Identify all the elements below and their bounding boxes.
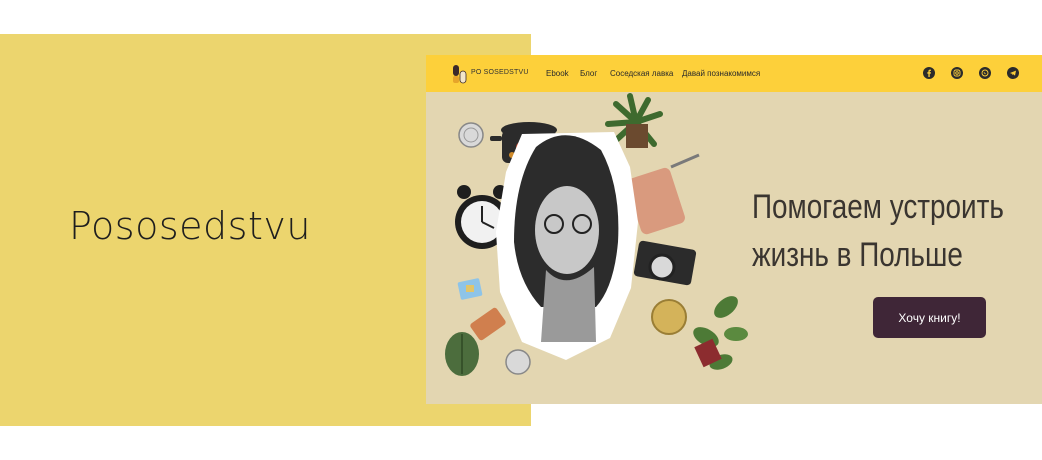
whatsapp-icon[interactable] — [979, 67, 991, 79]
sim-card-image — [457, 278, 483, 300]
nav-blog[interactable]: Блог — [580, 69, 597, 78]
gold-coin-image — [651, 299, 687, 335]
small-coin-image — [505, 349, 531, 375]
hero-headline-line2: жизнь в Польше — [752, 236, 963, 274]
instagram-icon[interactable] — [951, 67, 963, 79]
nav-shop[interactable]: Соседская лавка — [610, 69, 673, 78]
ficus-image — [693, 296, 748, 370]
logo-icon[interactable] — [450, 64, 470, 84]
telegram-icon[interactable] — [1007, 67, 1019, 79]
hero-collage — [445, 93, 748, 376]
camera-image — [633, 240, 697, 286]
cactus-image — [445, 307, 506, 376]
woman-portrait-image — [496, 132, 638, 360]
hero-headline: Помогаем устроить жизнь в Польше — [752, 183, 1004, 279]
want-book-button[interactable]: Хочу книгу! — [873, 297, 986, 338]
coin-image — [458, 122, 484, 148]
site-header: PO SOSEDSTVU Ebook Блог Соседская лавка … — [426, 55, 1042, 92]
brand-title: Pososedstvu — [69, 204, 311, 248]
nav-about[interactable]: Давай познакомимся — [682, 69, 760, 78]
facebook-icon[interactable] — [923, 67, 935, 79]
nav-ebook[interactable]: Ebook — [546, 69, 569, 78]
hero-headline-line1: Помогаем устроить — [752, 188, 1004, 226]
website-preview: PO SOSEDSTVU Ebook Блог Соседская лавка … — [426, 55, 1042, 404]
logo-text[interactable]: PO SOSEDSTVU — [471, 69, 529, 76]
